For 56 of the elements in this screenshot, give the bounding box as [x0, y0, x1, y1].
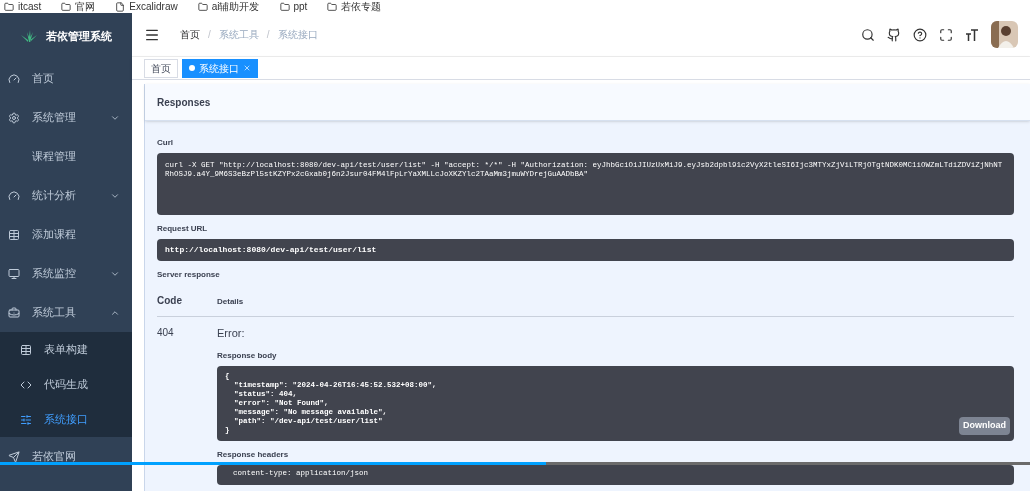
monitor-icon — [8, 267, 20, 280]
folder-icon — [61, 1, 72, 12]
sidebar-item[interactable]: 首页 — [0, 59, 132, 98]
sidebar-item[interactable]: 系统管理 — [0, 98, 132, 137]
sidebar-item[interactable]: 课程管理 — [0, 137, 132, 176]
section-title: Responses — [157, 95, 211, 110]
gauge-icon — [8, 72, 20, 85]
search-icon[interactable] — [861, 27, 875, 42]
bookmark[interactable]: Excalidraw — [129, 0, 178, 13]
toolbox-icon — [8, 306, 20, 319]
status-code: 404 — [157, 326, 175, 340]
submenu-item[interactable]: 表单构建 — [0, 332, 132, 367]
app-title: 若依管理系统 — [46, 28, 112, 44]
bookmark[interactable]: itcast — [18, 0, 42, 13]
paper-plane-icon — [8, 450, 20, 463]
field-label: Server response — [157, 269, 221, 281]
bookmark[interactable]: ai辅助开发 — [211, 0, 260, 13]
folder-icon — [279, 1, 290, 12]
folder-icon — [4, 1, 14, 12]
column-header: Code — [157, 294, 183, 308]
folder-icon — [197, 1, 208, 12]
gauge-icon — [8, 189, 20, 202]
breadcrumb-separator: / — [208, 28, 211, 42]
gear-icon — [8, 111, 20, 124]
field-label: Curl — [157, 137, 174, 149]
table-icon — [8, 228, 20, 241]
page-icon — [115, 1, 126, 12]
code-block: http://localhost:8080/dev-api/test/user/list — [157, 239, 1014, 261]
bookmark[interactable]: ppt — [293, 0, 308, 13]
table-icon — [20, 343, 32, 356]
help-icon[interactable] — [913, 27, 927, 42]
bookmark[interactable]: 官网 — [75, 0, 96, 13]
sidebar-item[interactable]: 系统监控 — [0, 254, 132, 293]
sidebar-item[interactable]: 添加课程 — [0, 215, 132, 254]
fullscreen-icon[interactable] — [939, 27, 953, 42]
download-button[interactable]: Download — [959, 417, 1010, 435]
github-icon[interactable] — [887, 27, 901, 42]
field-label: Response headers — [217, 448, 290, 461]
breadcrumb-item: 系统接口 — [277, 28, 318, 42]
breadcrumb-item[interactable]: 首页 — [180, 27, 200, 42]
error-label: Error: — [217, 326, 246, 341]
column-header: Details — [217, 296, 244, 308]
field-label: Response body — [217, 349, 278, 362]
sidebar-item[interactable]: 统计分析 — [0, 176, 132, 215]
text-size-icon[interactable] — [965, 28, 979, 41]
sliders-icon — [20, 413, 32, 426]
field-label: Request URL — [157, 223, 209, 235]
submenu-item[interactable]: 系统接口 — [0, 402, 132, 437]
breadcrumb-separator: / — [266, 28, 270, 42]
avatar[interactable] — [991, 21, 1018, 48]
sidebar-item[interactable]: 系统工具 — [0, 293, 132, 332]
tab[interactable]: 首页 — [144, 58, 178, 78]
bookmark[interactable]: 若依专题 — [341, 0, 382, 13]
folder-icon — [327, 1, 338, 12]
sidebar-item[interactable]: 若依官网 — [0, 437, 132, 476]
submenu-item[interactable]: 代码生成 — [0, 367, 132, 402]
